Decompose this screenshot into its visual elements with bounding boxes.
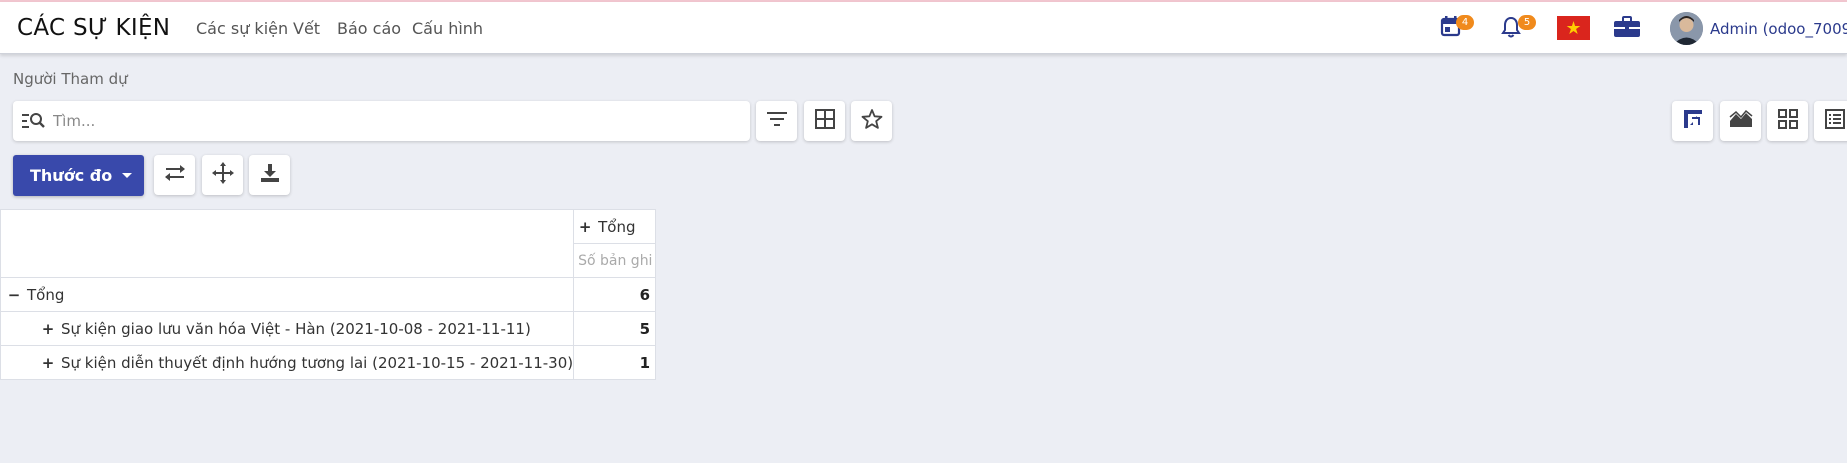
swap-arrows-icon [163,163,187,187]
caret-down-icon [122,173,133,178]
plus-icon: + [578,217,592,236]
measures-label: Thước đo [30,166,113,185]
move-arrows-icon [211,162,234,188]
flip-axis-button[interactable] [154,155,195,195]
pivot-table: + Tổng Số bản ghi − Tổng 6 + Sự kiện giao l… [0,209,657,380]
pivot-corner-cell [0,209,575,278]
grid-icon [814,108,836,134]
pivot-column-header[interactable]: + Tổng [573,209,657,244]
search-bar[interactable] [13,101,750,141]
vietnam-flag-icon [1557,16,1590,44]
view-list-button[interactable] [1814,101,1847,141]
minus-icon: − [7,285,21,304]
language-flag-button[interactable] [1557,16,1590,40]
user-menu-name[interactable]: Admin (odoo_7009) [1710,20,1847,38]
favorites-button[interactable] [851,101,892,141]
pivot-row-header-total[interactable]: − Tổng [0,277,575,312]
pivot-cell-total[interactable]: 6 [573,277,657,312]
list-icon [1824,108,1846,134]
breadcrumb: Người Tham dự [13,70,128,88]
pivot-row-label: Sự kiện giao lưu văn hóa Việt - Hàn (202… [61,319,531,338]
calendar-count-badge: 4 [1456,15,1474,30]
pivot-column-header-label: Tổng [598,217,636,236]
star-icon [861,108,883,134]
view-kanban-button[interactable] [1767,101,1808,141]
group-by-button[interactable] [804,101,845,141]
pivot-cell[interactable]: 5 [573,311,657,346]
download-button[interactable] [249,155,290,195]
activity-calendar-button[interactable]: 4 [1440,15,1474,41]
plus-icon: + [41,319,55,338]
pivot-row-header[interactable]: + Sự kiện diễn thuyết định hướng tương la… [0,345,575,380]
app-title[interactable]: CÁC SỰ KIỆN [17,15,170,41]
menu-item-reports[interactable]: Báo cáo [337,19,401,38]
notification-count-badge: 5 [1518,15,1536,30]
search-input[interactable] [53,109,733,133]
download-icon [259,162,281,188]
table-row: + Sự kiện diễn thuyết định hướng tương la… [0,345,657,380]
search-icon [22,112,46,134]
measures-dropdown-button[interactable]: Thước đo [13,155,144,196]
pivot-measure-header[interactable]: Số bản ghi [573,243,657,278]
pivot-row-label: Sự kiện diễn thuyết định hướng tương lai… [61,353,574,372]
expand-all-button[interactable] [202,155,243,195]
area-chart-icon [1729,109,1753,133]
kanban-icon [1777,108,1799,134]
briefcase-icon [1613,16,1641,43]
company-switcher-button[interactable] [1613,15,1641,41]
table-row: + Sự kiện giao lưu văn hóa Việt - Hàn (20… [0,311,657,346]
pivot-view-icon [1682,108,1704,134]
pivot-row-header[interactable]: + Sự kiện giao lưu văn hóa Việt - Hàn (20… [0,311,575,346]
menu-item-events[interactable]: Các sự kiện [196,19,288,38]
view-graph-button[interactable] [1720,101,1761,141]
notifications-button[interactable]: 5 [1500,15,1536,41]
pivot-total-label: Tổng [27,285,65,304]
filter-button[interactable] [756,101,797,141]
plus-icon: + [41,353,55,372]
menu-item-configuration[interactable]: Cấu hình [412,19,483,38]
filter-icon [766,110,788,132]
table-row: − Tổng 6 [0,277,657,312]
pivot-cell[interactable]: 1 [573,345,657,380]
top-navbar: CÁC SỰ KIỆN Các sự kiện Vết Báo cáo Cấu … [0,2,1847,54]
view-pivot-button[interactable] [1672,101,1713,141]
user-avatar[interactable] [1670,12,1703,45]
menu-item-tracks[interactable]: Vết [293,19,320,38]
user-avatar-icon [1670,12,1703,45]
